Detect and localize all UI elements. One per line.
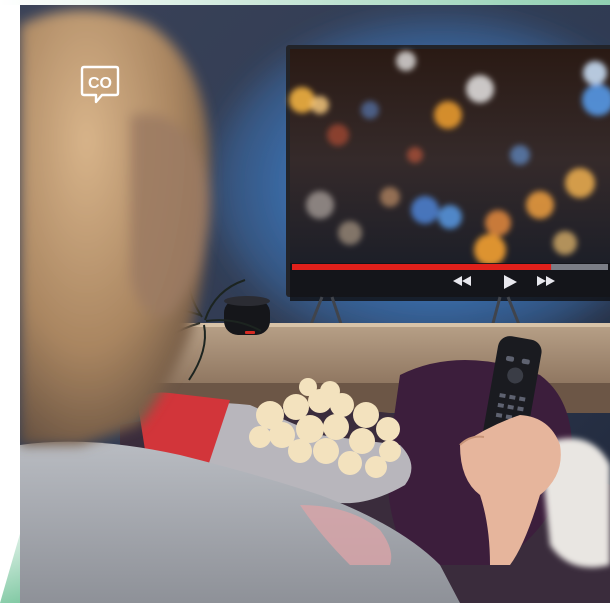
television bbox=[286, 45, 610, 328]
smart-speaker bbox=[224, 296, 270, 335]
speech-bubble-logo-icon: CO bbox=[80, 65, 120, 104]
logo-text: CO bbox=[88, 75, 112, 92]
photo-frame: CO bbox=[0, 0, 610, 603]
progress-fill bbox=[292, 264, 552, 270]
